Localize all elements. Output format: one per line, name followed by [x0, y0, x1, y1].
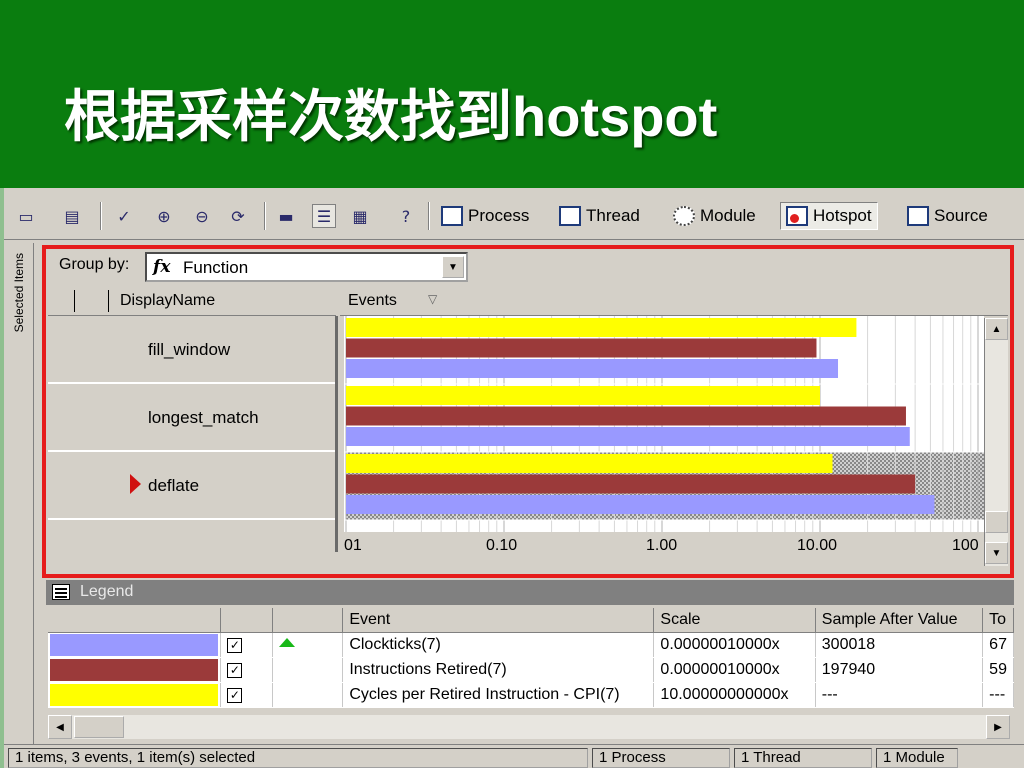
legend-title: Legend	[80, 583, 134, 600]
process-button-label: Process	[468, 206, 530, 225]
legend-col-arrow[interactable]	[272, 608, 344, 633]
zoom-out-icon[interactable]: ⊖	[190, 204, 214, 228]
save-icon[interactable]: ▤	[60, 204, 84, 228]
slide-title-english: hotspot	[512, 85, 718, 148]
source-button-label: Source	[934, 206, 988, 225]
legend-col-color[interactable]	[48, 608, 222, 633]
export-icon[interactable]: ▦	[348, 204, 372, 228]
scroll-right-arrow-icon[interactable]: ▶	[986, 715, 1010, 739]
legend-row[interactable]: ✓ Cycles per Retired Instruction - CPI(7…	[48, 682, 1014, 708]
gear-icon	[673, 206, 695, 226]
status-summary: 1 items, 3 events, 1 item(s) selected	[8, 748, 588, 768]
slide-title-chinese: 根据采样次数找到	[64, 85, 512, 150]
help-icon[interactable]: ?	[394, 204, 418, 228]
legend-col-scale[interactable]: Scale	[653, 608, 816, 633]
thread-button[interactable]: Thread	[554, 202, 645, 230]
sort-up-arrow-icon	[278, 637, 295, 647]
event-name: Clockticks(7)	[342, 632, 655, 658]
status-process: 1 Process	[592, 748, 730, 768]
event-total: 59	[982, 657, 1014, 683]
vtune-window: ▭ ▤ ✓ ⊕ ⊖ ⟳ ▬ ☰ ▦ ? Process Thread Modul…	[0, 188, 1024, 768]
toolbar-separator	[100, 202, 102, 230]
legend-color-swatch	[50, 658, 219, 681]
source-button[interactable]: Source	[902, 202, 993, 230]
event-name: Instructions Retired(7)	[342, 657, 655, 683]
event-total: 67	[982, 632, 1014, 658]
process-button[interactable]: Process	[436, 202, 534, 230]
view-tag-icon[interactable]: ▬	[274, 204, 298, 228]
refresh-icon[interactable]: ⟳	[226, 204, 250, 228]
legend-table: Event Scale Sample After Value To ✓ Cloc…	[48, 608, 1014, 708]
legend-col-sample-after-value[interactable]: Sample After Value	[815, 608, 984, 633]
slide-title: 根据采样次数找到hotspot	[64, 72, 717, 153]
event-scale: 10.00000000000x	[653, 682, 816, 708]
legend-title-bar[interactable]: Legend	[46, 580, 1014, 605]
process-icon	[441, 206, 463, 226]
event-scale: 0.00000010000x	[653, 632, 816, 658]
event-sample-after-value: ---	[815, 682, 984, 708]
event-total: ---	[982, 682, 1014, 708]
event-checkbox[interactable]: ✓	[227, 687, 243, 703]
hotspot-button[interactable]: Hotspot	[780, 202, 878, 230]
slide-header: 根据采样次数找到hotspot	[0, 0, 1024, 188]
toolbar-separator	[264, 202, 266, 230]
legend-col-event[interactable]: Event	[342, 608, 655, 633]
scroll-left-arrow-icon[interactable]: ◀	[48, 715, 72, 739]
checkmark-icon[interactable]: ✓	[112, 204, 136, 228]
legend-color-swatch	[50, 633, 219, 656]
scrollbar-thumb[interactable]	[74, 716, 124, 738]
event-name: Cycles per Retired Instruction - CPI(7)	[342, 682, 655, 708]
list-view-icon[interactable]: ☰	[312, 204, 336, 228]
module-button-label: Module	[700, 206, 756, 225]
event-scale: 0.00000010000x	[653, 657, 816, 683]
thread-icon	[559, 206, 581, 226]
legend-row[interactable]: ✓ Clockticks(7) 0.00000010000x 300018 67	[48, 632, 1014, 658]
hotspot-icon	[786, 206, 808, 226]
open-folder-icon[interactable]: ▭	[14, 204, 38, 228]
legend-col-check[interactable]	[220, 608, 273, 633]
module-button[interactable]: Module	[668, 202, 761, 230]
highlight-annotation	[42, 245, 1014, 578]
legend-row[interactable]: ✓ Instructions Retired(7) 0.00000010000x…	[48, 657, 1014, 683]
source-icon	[907, 206, 929, 226]
selected-items-label: Selected Items	[12, 253, 26, 333]
hotspot-button-label: Hotspot	[813, 206, 872, 225]
zoom-in-icon[interactable]: ⊕	[152, 204, 176, 228]
legend-header-row: Event Scale Sample After Value To	[48, 608, 1014, 633]
legend-col-total[interactable]: To	[982, 608, 1014, 633]
legend-color-swatch	[50, 683, 219, 706]
toolbar-separator	[428, 202, 430, 230]
status-thread: 1 Thread	[734, 748, 872, 768]
status-module: 1 Module	[876, 748, 958, 768]
toolbar: ▭ ▤ ✓ ⊕ ⊖ ⟳ ▬ ☰ ▦ ? Process Thread Modul…	[4, 188, 1024, 240]
selected-items-tab[interactable]: Selected Items	[8, 243, 34, 763]
thread-button-label: Thread	[586, 206, 640, 225]
event-sample-after-value: 197940	[815, 657, 984, 683]
horizontal-scrollbar[interactable]: ◀ ▶	[48, 715, 1010, 739]
event-checkbox[interactable]: ✓	[227, 662, 243, 678]
legend-icon	[52, 584, 70, 600]
event-sample-after-value: 300018	[815, 632, 984, 658]
status-bar: 1 items, 3 events, 1 item(s) selected 1 …	[4, 744, 1024, 768]
event-checkbox[interactable]: ✓	[227, 637, 243, 653]
